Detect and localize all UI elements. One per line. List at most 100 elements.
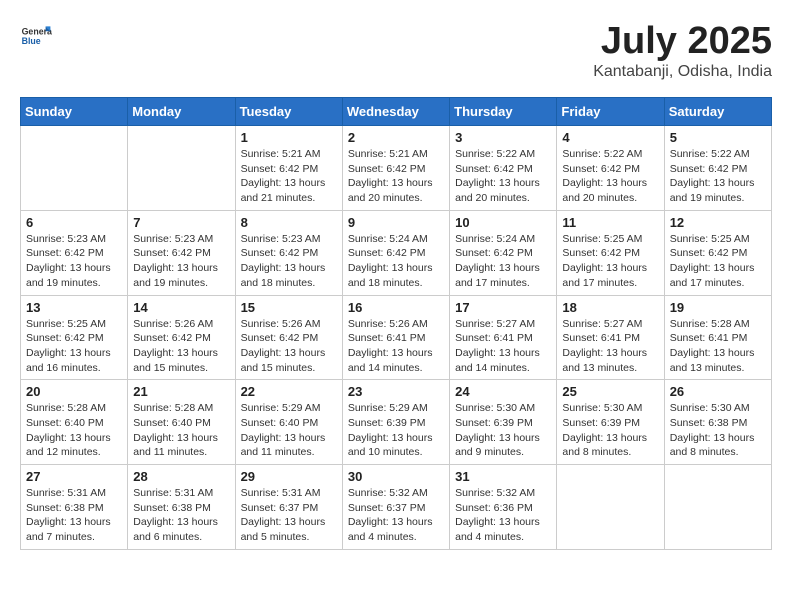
calendar-cell: [557, 465, 664, 550]
day-detail: Sunrise: 5:28 AM Sunset: 6:40 PM Dayligh…: [26, 401, 122, 460]
day-detail: Sunrise: 5:31 AM Sunset: 6:37 PM Dayligh…: [241, 486, 337, 545]
day-detail: Sunrise: 5:32 AM Sunset: 6:37 PM Dayligh…: [348, 486, 444, 545]
day-detail: Sunrise: 5:32 AM Sunset: 6:36 PM Dayligh…: [455, 486, 551, 545]
day-detail: Sunrise: 5:22 AM Sunset: 6:42 PM Dayligh…: [455, 147, 551, 206]
day-number: 27: [26, 469, 122, 484]
weekday-header-tuesday: Tuesday: [235, 98, 342, 126]
calendar-cell: 12 Sunrise: 5:25 AM Sunset: 6:42 PM Dayli…: [664, 210, 771, 295]
day-number: 19: [670, 300, 766, 315]
calendar-cell: 9Sunrise: 5:24 AM Sunset: 6:42 PM Daylig…: [342, 210, 449, 295]
day-detail: Sunrise: 5:26 AM Sunset: 6:42 PM Dayligh…: [241, 317, 337, 376]
day-detail: Sunrise: 5:21 AM Sunset: 6:42 PM Dayligh…: [241, 147, 337, 206]
calendar-cell: 11 Sunrise: 5:25 AM Sunset: 6:42 PM Dayli…: [557, 210, 664, 295]
day-number: 1: [241, 130, 337, 145]
calendar-cell: 1 Sunrise: 5:21 AM Sunset: 6:42 PM Daylig…: [235, 126, 342, 211]
calendar-cell: 6Sunrise: 5:23 AM Sunset: 6:42 PM Daylig…: [21, 210, 128, 295]
logo: General Blue: [20, 20, 52, 52]
day-detail: Sunrise: 5:25 AM Sunset: 6:42 PM Dayligh…: [26, 317, 122, 376]
day-detail: Sunrise: 5:25 AM Sunset: 6:42 PM Dayligh…: [670, 232, 766, 291]
calendar-week-row: 13 Sunrise: 5:25 AM Sunset: 6:42 PM Dayli…: [21, 295, 772, 380]
calendar-cell: 25 Sunrise: 5:30 AM Sunset: 6:39 PM Dayli…: [557, 380, 664, 465]
day-detail: Sunrise: 5:24 AM Sunset: 6:42 PM Dayligh…: [455, 232, 551, 291]
calendar-cell: [128, 126, 235, 211]
calendar-cell: 26Sunrise: 5:30 AM Sunset: 6:38 PM Dayli…: [664, 380, 771, 465]
weekday-header-row: SundayMondayTuesdayWednesdayThursdayFrid…: [21, 98, 772, 126]
day-detail: Sunrise: 5:28 AM Sunset: 6:40 PM Dayligh…: [133, 401, 229, 460]
day-number: 15: [241, 300, 337, 315]
calendar-cell: 22 Sunrise: 5:29 AM Sunset: 6:40 PM Dayli…: [235, 380, 342, 465]
day-number: 16: [348, 300, 444, 315]
day-detail: Sunrise: 5:26 AM Sunset: 6:42 PM Dayligh…: [133, 317, 229, 376]
day-number: 21: [133, 384, 229, 399]
day-number: 28: [133, 469, 229, 484]
day-detail: Sunrise: 5:23 AM Sunset: 6:42 PM Dayligh…: [241, 232, 337, 291]
day-number: 11: [562, 215, 658, 230]
calendar-cell: 18 Sunrise: 5:27 AM Sunset: 6:41 PM Dayli…: [557, 295, 664, 380]
calendar-cell: 8 Sunrise: 5:23 AM Sunset: 6:42 PM Daylig…: [235, 210, 342, 295]
calendar-cell: 17 Sunrise: 5:27 AM Sunset: 6:41 PM Dayli…: [450, 295, 557, 380]
calendar-cell: [21, 126, 128, 211]
day-number: 7: [133, 215, 229, 230]
day-number: 3: [455, 130, 551, 145]
page-header: General Blue July 2025 Kantabanji, Odish…: [20, 20, 772, 81]
day-detail: Sunrise: 5:23 AM Sunset: 6:42 PM Dayligh…: [133, 232, 229, 291]
calendar-cell: [664, 465, 771, 550]
calendar-cell: 20 Sunrise: 5:28 AM Sunset: 6:40 PM Dayli…: [21, 380, 128, 465]
day-number: 24: [455, 384, 551, 399]
day-detail: Sunrise: 5:25 AM Sunset: 6:42 PM Dayligh…: [562, 232, 658, 291]
calendar-cell: 16 Sunrise: 5:26 AM Sunset: 6:41 PM Dayli…: [342, 295, 449, 380]
day-number: 17: [455, 300, 551, 315]
day-number: 31: [455, 469, 551, 484]
day-number: 29: [241, 469, 337, 484]
day-detail: Sunrise: 5:28 AM Sunset: 6:41 PM Dayligh…: [670, 317, 766, 376]
calendar-week-row: 6Sunrise: 5:23 AM Sunset: 6:42 PM Daylig…: [21, 210, 772, 295]
calendar-cell: 15 Sunrise: 5:26 AM Sunset: 6:42 PM Dayli…: [235, 295, 342, 380]
day-detail: Sunrise: 5:29 AM Sunset: 6:40 PM Dayligh…: [241, 401, 337, 460]
calendar-cell: 13 Sunrise: 5:25 AM Sunset: 6:42 PM Dayli…: [21, 295, 128, 380]
day-detail: Sunrise: 5:27 AM Sunset: 6:41 PM Dayligh…: [562, 317, 658, 376]
location-title: Kantabanji, Odisha, India: [593, 63, 772, 81]
calendar-cell: 27 Sunrise: 5:31 AM Sunset: 6:38 PM Dayli…: [21, 465, 128, 550]
calendar-cell: 30Sunrise: 5:32 AM Sunset: 6:37 PM Dayli…: [342, 465, 449, 550]
day-number: 20: [26, 384, 122, 399]
weekday-header-saturday: Saturday: [664, 98, 771, 126]
day-number: 25: [562, 384, 658, 399]
day-number: 9: [348, 215, 444, 230]
calendar-cell: 21 Sunrise: 5:28 AM Sunset: 6:40 PM Dayli…: [128, 380, 235, 465]
calendar-cell: 29 Sunrise: 5:31 AM Sunset: 6:37 PM Dayli…: [235, 465, 342, 550]
day-number: 5: [670, 130, 766, 145]
day-detail: Sunrise: 5:31 AM Sunset: 6:38 PM Dayligh…: [26, 486, 122, 545]
weekday-header-sunday: Sunday: [21, 98, 128, 126]
day-number: 2: [348, 130, 444, 145]
day-number: 14: [133, 300, 229, 315]
day-detail: Sunrise: 5:30 AM Sunset: 6:39 PM Dayligh…: [562, 401, 658, 460]
day-detail: Sunrise: 5:30 AM Sunset: 6:38 PM Dayligh…: [670, 401, 766, 460]
calendar-cell: 19 Sunrise: 5:28 AM Sunset: 6:41 PM Dayli…: [664, 295, 771, 380]
calendar-cell: 23Sunrise: 5:29 AM Sunset: 6:39 PM Dayli…: [342, 380, 449, 465]
day-detail: Sunrise: 5:22 AM Sunset: 6:42 PM Dayligh…: [670, 147, 766, 206]
day-number: 23: [348, 384, 444, 399]
weekday-header-monday: Monday: [128, 98, 235, 126]
logo-icon: General Blue: [20, 20, 52, 52]
calendar-cell: 7 Sunrise: 5:23 AM Sunset: 6:42 PM Daylig…: [128, 210, 235, 295]
day-number: 18: [562, 300, 658, 315]
calendar-week-row: 20 Sunrise: 5:28 AM Sunset: 6:40 PM Dayli…: [21, 380, 772, 465]
calendar-cell: 2 Sunrise: 5:21 AM Sunset: 6:42 PM Daylig…: [342, 126, 449, 211]
calendar-cell: 24 Sunrise: 5:30 AM Sunset: 6:39 PM Dayli…: [450, 380, 557, 465]
day-detail: Sunrise: 5:26 AM Sunset: 6:41 PM Dayligh…: [348, 317, 444, 376]
day-detail: Sunrise: 5:31 AM Sunset: 6:38 PM Dayligh…: [133, 486, 229, 545]
day-detail: Sunrise: 5:30 AM Sunset: 6:39 PM Dayligh…: [455, 401, 551, 460]
day-detail: Sunrise: 5:21 AM Sunset: 6:42 PM Dayligh…: [348, 147, 444, 206]
day-number: 12: [670, 215, 766, 230]
weekday-header-wednesday: Wednesday: [342, 98, 449, 126]
calendar-cell: 14 Sunrise: 5:26 AM Sunset: 6:42 PM Dayli…: [128, 295, 235, 380]
calendar-week-row: 27 Sunrise: 5:31 AM Sunset: 6:38 PM Dayli…: [21, 465, 772, 550]
day-number: 13: [26, 300, 122, 315]
day-detail: Sunrise: 5:22 AM Sunset: 6:42 PM Dayligh…: [562, 147, 658, 206]
month-title: July 2025: [593, 20, 772, 63]
day-detail: Sunrise: 5:27 AM Sunset: 6:41 PM Dayligh…: [455, 317, 551, 376]
day-number: 8: [241, 215, 337, 230]
calendar-cell: 28 Sunrise: 5:31 AM Sunset: 6:38 PM Dayli…: [128, 465, 235, 550]
svg-text:Blue: Blue: [22, 36, 41, 46]
day-number: 22: [241, 384, 337, 399]
